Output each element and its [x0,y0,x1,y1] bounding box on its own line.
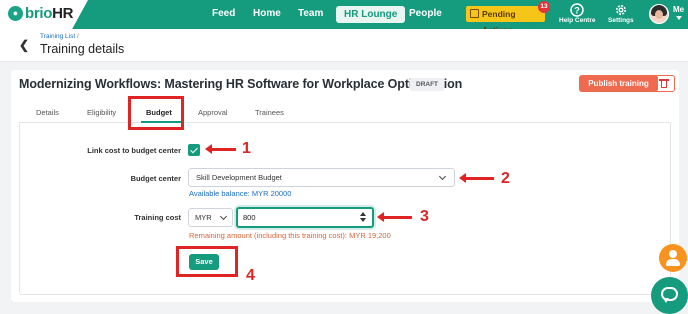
tab-bar: Details Eligibility Budget Approval Trai… [19,99,671,123]
annotation-arrow-1 [205,144,236,153]
annotation-box-budget-tab [128,96,184,130]
chevron-down-icon [219,212,228,221]
link-cost-label: Link cost to budget center [87,146,181,155]
page-header: ❮ Training List / Training details [0,29,688,62]
nav-home[interactable]: Home [253,8,281,19]
currency-value: MYR [195,213,212,222]
back-arrow-icon[interactable]: ❮ [19,38,29,52]
available-balance: Available balance: MYR 20000 [189,189,292,198]
tab-trainees[interactable]: Trainees [255,108,284,117]
annotation-box-save [176,246,238,277]
training-cost-label: Training cost [134,213,181,222]
training-cost-input[interactable]: 800 [236,207,374,228]
svg-text:?: ? [574,6,580,16]
annotation-arrow-3 [377,212,412,221]
training-cost-value: 800 [243,213,256,222]
increment-icon[interactable] [360,212,366,216]
tab-eligibility[interactable]: Eligibility [87,108,116,117]
page-title: Training details [40,42,125,56]
chat-icon[interactable] [651,277,688,314]
settings-label[interactable]: Settings [608,17,634,24]
chevron-down-icon [438,172,447,181]
top-navbar: ● brioHR Feed Home Team HR Lounge People… [0,0,688,35]
nav-hr-lounge[interactable]: HR Lounge [336,6,406,23]
budget-center-select[interactable]: Skill Development Budget [188,168,455,187]
annotation-number-4: 4 [246,267,255,284]
logo-text: brioHR [25,5,74,22]
annotation-number-1: 1 [242,140,251,157]
decrement-icon[interactable] [360,218,366,222]
nav-people[interactable]: People [409,8,442,19]
annotation-number-3: 3 [420,208,429,225]
delete-button[interactable] [653,75,675,92]
annotation-number-2: 2 [501,170,510,187]
publish-training-button[interactable]: Publish training [579,75,658,92]
brio-logo-icon: ● [8,6,23,21]
help-centre-label[interactable]: Help Centre [559,17,595,24]
pending-actions-button[interactable]: Pending Actions [466,6,545,35]
annotation-arrow-2 [459,173,494,182]
nav-feed[interactable]: Feed [212,8,235,19]
training-title: Modernizing Workflows: Mastering HR Soft… [19,77,463,91]
status-badge: DRAFT [410,78,445,91]
pending-count-badge: 13 [538,1,550,13]
nav-team[interactable]: Team [298,8,323,19]
clipboard-icon [470,9,479,18]
link-cost-checkbox[interactable] [188,144,200,156]
budget-center-label: Budget center [130,174,181,183]
avatar[interactable] [649,4,669,24]
tab-details[interactable]: Details [36,108,59,117]
gear-icon[interactable] [614,3,628,17]
breadcrumb-separator: / [76,33,79,40]
chevron-down-icon[interactable] [676,16,682,20]
remaining-amount: Remaining amount (including this trainin… [189,231,391,240]
help-icon[interactable]: ? [570,3,584,17]
profile-fab-icon[interactable] [659,244,687,272]
currency-select[interactable]: MYR [188,208,233,227]
user-menu-label[interactable]: Me [673,5,684,14]
budget-center-value: Skill Development Budget [196,173,282,182]
tab-approval[interactable]: Approval [198,108,228,117]
breadcrumb: Training List / [40,33,79,40]
breadcrumb-training-list[interactable]: Training List [40,33,75,40]
logo[interactable]: ● brioHR [0,0,88,29]
